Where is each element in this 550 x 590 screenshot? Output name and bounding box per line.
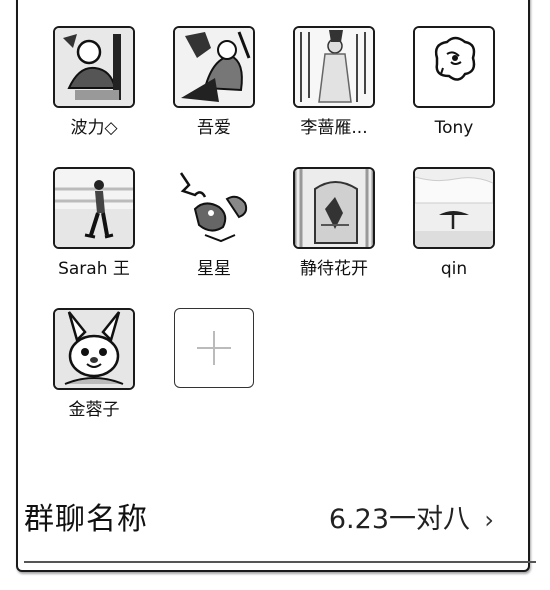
- member-name: 静待花开: [300, 259, 368, 279]
- group-name-label: 群聊名称: [24, 502, 148, 537]
- member-name: 李蔷雁...: [300, 118, 368, 138]
- member-item[interactable]: Tony: [404, 26, 504, 138]
- member-item[interactable]: 星星: [164, 167, 264, 279]
- walking-person-avatar[interactable]: [53, 167, 135, 249]
- member-item[interactable]: qin: [404, 167, 504, 279]
- chevron-right-icon: ›: [484, 506, 494, 534]
- member-item[interactable]: 静待花开: [284, 167, 384, 279]
- flower-sketch-avatar[interactable]: [413, 26, 495, 108]
- member-name: 吾爱: [197, 118, 231, 138]
- member-name: 星星: [197, 259, 231, 279]
- photo-person-avatar[interactable]: [293, 26, 375, 108]
- group-name-row[interactable]: 群聊名称 6.23一对八 ›: [24, 500, 494, 540]
- cartoon-pair-avatar[interactable]: [173, 26, 255, 108]
- animal-illustration-avatar[interactable]: [173, 167, 255, 249]
- member-item[interactable]: 吾爱: [164, 26, 264, 138]
- group-name-value: 6.23一对八: [328, 504, 470, 535]
- divider: [24, 561, 536, 563]
- cartoon-character-avatar[interactable]: [53, 308, 135, 390]
- member-name: Sarah 王: [58, 259, 130, 279]
- member-name: Tony: [434, 118, 474, 138]
- member-item[interactable]: 波力◇: [44, 26, 144, 138]
- landscape-photo-avatar[interactable]: [293, 167, 375, 249]
- member-item[interactable]: 金蓉子: [44, 308, 144, 420]
- add-member-button[interactable]: [174, 308, 254, 388]
- member-name: qin: [440, 259, 468, 279]
- member-name: 波力◇: [70, 118, 118, 138]
- add-member-item[interactable]: [164, 308, 264, 388]
- member-name: 金蓉子: [68, 400, 120, 420]
- sky-scene-avatar[interactable]: [413, 167, 495, 249]
- cartoon-figure-avatar[interactable]: [53, 26, 135, 108]
- member-item[interactable]: Sarah 王: [44, 167, 144, 279]
- member-item[interactable]: 李蔷雁...: [284, 26, 384, 138]
